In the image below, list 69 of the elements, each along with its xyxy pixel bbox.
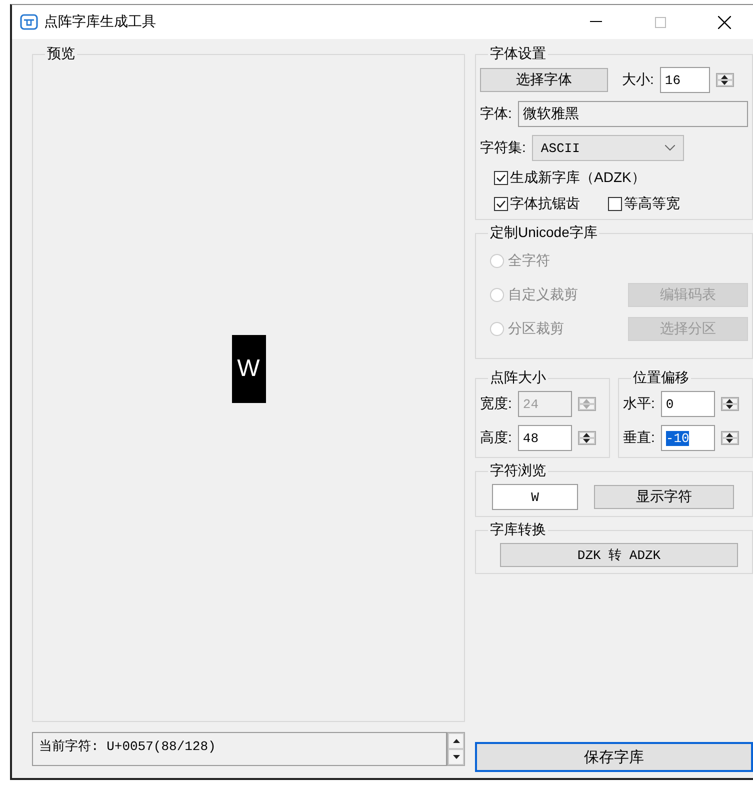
char-field[interactable]: W [492, 484, 578, 510]
glyph-preview: W [232, 335, 266, 403]
up-arrow-icon [726, 433, 734, 437]
down-arrow-icon [583, 405, 590, 409]
number-field[interactable]: 0 [660, 391, 715, 417]
checkbox-label: 字体抗锯齿 [510, 195, 580, 213]
charset-dropdown[interactable]: ASCII [532, 135, 684, 161]
up-arrow-icon [726, 399, 734, 403]
field-value: 0 [666, 396, 674, 412]
field-label: 水平: [623, 395, 655, 413]
field-value: 48 [522, 430, 538, 446]
checkbox-label: 等高等宽 [624, 195, 680, 213]
number-field[interactable]: -10 [660, 425, 715, 451]
number-field[interactable]: 48 [518, 425, 572, 451]
field-label: 大小: [622, 71, 654, 89]
group-title: 点阵大小 [489, 369, 547, 387]
number-field[interactable]: 16 [660, 67, 710, 93]
convert-button[interactable]: DZK 转 ADZK [500, 543, 738, 567]
maximize-icon [654, 16, 666, 28]
group-title: 定制Unicode字库 [489, 224, 598, 242]
checkbox-item[interactable]: 等高等宽 [594, 195, 680, 213]
field-label: 宽度: [480, 395, 512, 413]
checkbox-label: 生成新字库（ADZK） [510, 169, 646, 187]
save-button[interactable]: 保存字库 [475, 742, 753, 772]
check-icon [496, 200, 506, 208]
up-arrow-icon [583, 399, 590, 403]
font-field: 微软雅黑 [518, 101, 748, 127]
checkbox-item[interactable]: 生成新字库（ADZK） [480, 169, 646, 187]
status-field: 当前字符: U+0057(88/128) [32, 732, 447, 766]
checkbox[interactable] [608, 197, 622, 211]
chevron-down-icon [664, 145, 675, 151]
group-title: 位置偏移 [632, 369, 690, 387]
down-arrow-icon [452, 755, 460, 759]
checkbox-item[interactable]: 字体抗锯齿 [480, 195, 580, 213]
up-arrow-icon [583, 433, 590, 437]
checkbox[interactable] [494, 197, 508, 211]
spin-buttons[interactable] [716, 73, 734, 87]
dropdown-value: ASCII [540, 140, 580, 156]
field-label: 垂直: [623, 429, 655, 447]
radio-label: 自定义裁剪 [508, 286, 579, 304]
down-arrow-icon [726, 405, 734, 409]
group-title: 预览 [46, 45, 76, 63]
field-label: 字体: [480, 105, 512, 123]
group-title: 字库转换 [489, 521, 547, 539]
spin-buttons[interactable] [447, 732, 465, 766]
radio-label: 分区裁剪 [508, 320, 565, 338]
close-icon [718, 16, 730, 28]
spin-buttons[interactable] [720, 431, 739, 445]
choose-font-button[interactable]: 选择字体 [480, 68, 608, 92]
down-arrow-icon [721, 81, 728, 85]
field-label: 高度: [480, 429, 512, 447]
checkbox[interactable] [494, 171, 508, 185]
spin-buttons[interactable] [578, 431, 596, 445]
down-arrow-icon [583, 439, 590, 443]
down-arrow-icon [726, 439, 734, 443]
app-icon [20, 14, 38, 30]
field-value: 24 [522, 396, 538, 412]
spin-buttons[interactable] [720, 397, 739, 411]
up-arrow-icon [452, 739, 460, 743]
field-label: 字符集: [480, 139, 526, 157]
window-title: 点阵字库生成工具 [44, 13, 157, 31]
check-icon [496, 174, 506, 182]
radio-label: 全字符 [508, 252, 551, 270]
show-char-button[interactable]: 显示字符 [594, 485, 734, 509]
minimize-icon [590, 21, 602, 23]
field-value: -10 [666, 430, 690, 446]
group-title: 字体设置 [489, 45, 547, 63]
up-arrow-icon [721, 75, 728, 79]
group-title: 字符浏览 [489, 462, 547, 480]
